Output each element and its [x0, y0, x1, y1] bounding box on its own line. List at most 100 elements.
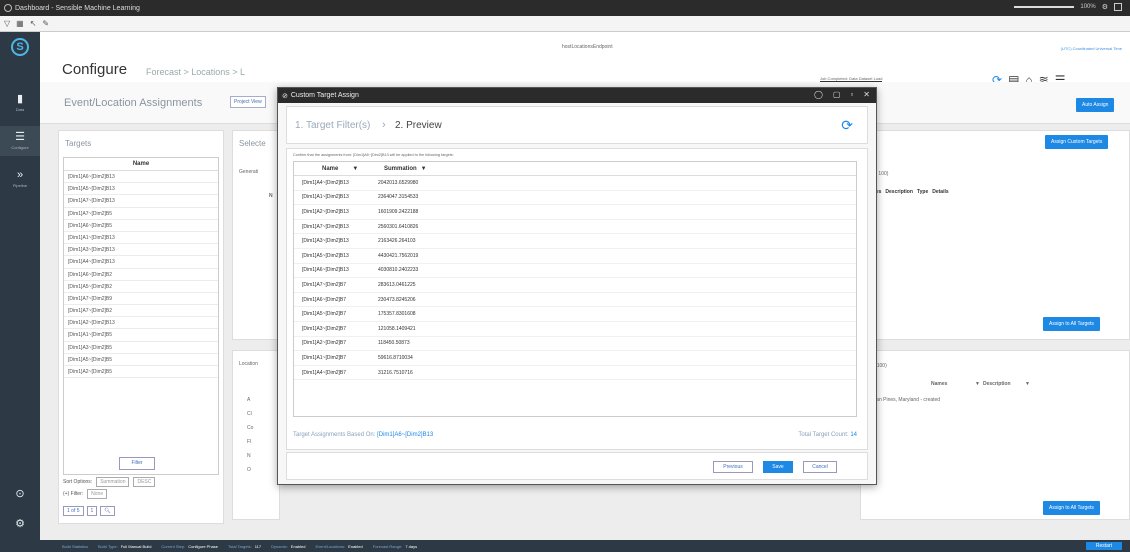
dialog-icon: ⊘: [282, 92, 288, 100]
list-item[interactable]: [Dim1]A7~[Dim2]B5: [64, 208, 218, 220]
filter-icon[interactable]: ▼: [1025, 381, 1030, 387]
nav-item-data[interactable]: ▮ Data: [0, 88, 40, 118]
filter-icon[interactable]: ▼: [975, 381, 980, 387]
cancel-button[interactable]: Cancel: [803, 461, 837, 473]
filter-icon[interactable]: ▽: [4, 19, 10, 28]
based-on-label: Target Assignments Based On: [Dim1]A6~[D…: [293, 432, 434, 438]
previous-button[interactable]: Previous: [713, 461, 753, 473]
list-item[interactable]: [Dim1]A1~[Dim2]B5: [64, 329, 218, 342]
settings-gear-icon[interactable]: ⚙: [1102, 3, 1108, 11]
filter-icon[interactable]: ▼: [352, 166, 358, 172]
zoom-slider[interactable]: [1014, 6, 1075, 8]
list-item[interactable]: [Dim1]A4~[Dim2]B13: [64, 256, 218, 269]
sliders-icon: ☰: [15, 131, 25, 143]
cursor-icon[interactable]: ↖: [30, 19, 37, 28]
col-summation[interactable]: Summation: [384, 166, 417, 172]
sort-select[interactable]: Summation: [96, 477, 130, 487]
list-item[interactable]: [Dim1]A7~[Dim2]B9: [64, 293, 218, 306]
restart-button[interactable]: Restart: [1085, 542, 1122, 550]
col-name[interactable]: Name: [322, 166, 338, 172]
table-row[interactable]: [Dim1]A3~[Dim2]B13 2163426.264103: [294, 234, 856, 249]
table-row[interactable]: [Dim1]A1~[Dim2]B13 2364047.3154533: [294, 191, 856, 206]
restore-icon[interactable]: ◯: [814, 90, 823, 99]
refresh-icon[interactable]: ⟳: [841, 117, 853, 134]
list-item[interactable]: [Dim1]A6~[Dim2]B13: [64, 171, 218, 184]
app-logo[interactable]: S: [11, 38, 29, 56]
list-item[interactable]: [Dim1]A6~[Dim2]B5: [64, 220, 218, 232]
location-row[interactable]: O: [247, 467, 251, 473]
status-value: Full Manual Build: [120, 543, 152, 549]
assign-custom-targets-button[interactable]: Assign Custom Targets: [1045, 135, 1109, 149]
names-row[interactable]: Ocean Pines, Maryland - created: [867, 397, 940, 403]
page-input[interactable]: 1: [86, 506, 98, 516]
pen-icon[interactable]: ✎: [42, 19, 49, 28]
list-item[interactable]: [Dim1]A7~[Dim2]B2: [64, 305, 218, 318]
timezone-label[interactable]: (UTC) Coordinated Universal Time: [1061, 46, 1122, 51]
list-item[interactable]: [Dim1]A3~[Dim2]B5: [64, 342, 218, 354]
cell-summation: 4430421.7562019: [378, 252, 419, 259]
location-row[interactable]: Cl: [247, 411, 252, 417]
maximize-icon[interactable]: ▫: [850, 90, 853, 99]
names-header[interactable]: Names: [931, 381, 947, 387]
filter-icon[interactable]: ▼: [421, 166, 427, 172]
table-row[interactable]: [Dim1]A7~[Dim2]B7 283613.0461225: [294, 278, 856, 293]
list-item[interactable]: [Dim1]A1~[Dim2]B13: [64, 232, 218, 245]
step-target-filters[interactable]: 1. Target Filter(s): [295, 120, 370, 131]
page-indicator[interactable]: 1 of 5: [63, 506, 84, 516]
table-row[interactable]: [Dim1]A5~[Dim2]B7 175357.8301608: [294, 307, 856, 322]
nav-item-configure[interactable]: ☰ Configure: [0, 126, 40, 156]
filter-select[interactable]: None: [87, 489, 108, 499]
window-layout-icon[interactable]: [1114, 3, 1122, 11]
list-item[interactable]: [Dim1]A2~[Dim2]B13: [64, 317, 218, 330]
search-icon[interactable]: 🔍︎: [100, 506, 115, 516]
table-row[interactable]: [Dim1]A3~[Dim2]B7 121058.1409421: [294, 322, 856, 337]
nav-item-pipeline[interactable]: » Pipeline: [0, 164, 40, 194]
table-row[interactable]: [Dim1]A1~[Dim2]B7 59616.8710034: [294, 351, 856, 366]
sort-direction-select[interactable]: DESC: [133, 477, 156, 487]
description-header[interactable]: Description: [983, 381, 1011, 387]
breadcrumb[interactable]: Forecast > Locations > L: [146, 67, 245, 77]
table-row[interactable]: [Dim1]A4~[Dim2]B13 2042013.6529980: [294, 176, 856, 191]
list-item[interactable]: [Dim1]A2~[Dim2]B5: [64, 366, 218, 379]
table-row[interactable]: [Dim1]A6~[Dim2]B13 4030810.2402233: [294, 264, 856, 279]
list-item[interactable]: [Dim1]A7~[Dim2]B13: [64, 195, 218, 208]
cell-name: [Dim1]A3~[Dim2]B13: [302, 238, 349, 245]
close-icon[interactable]: ✕: [863, 90, 870, 99]
targets-column-header[interactable]: Name: [64, 158, 218, 171]
location-row[interactable]: Co: [247, 425, 253, 431]
col-type[interactable]: Type: [917, 189, 928, 195]
cell-summation: 2364047.3154533: [378, 194, 419, 201]
list-item[interactable]: [Dim1]A5~[Dim2]B5: [64, 354, 218, 366]
col-description[interactable]: Description: [885, 189, 913, 195]
location-row[interactable]: A: [247, 397, 250, 403]
table-row[interactable]: [Dim1]A2~[Dim2]B7 118450.50873: [294, 337, 856, 352]
build-statistics-label[interactable]: Build Statistics: [62, 544, 88, 549]
list-item[interactable]: [Dim1]A6~[Dim2]B2: [64, 269, 218, 281]
cell-summation: 283613.0461225: [378, 281, 416, 288]
step-preview[interactable]: 2. Preview: [395, 120, 442, 131]
nav-label: Data: [15, 107, 25, 112]
table-row[interactable]: [Dim1]A5~[Dim2]B13 4430421.7562019: [294, 249, 856, 264]
assign-all-targets-button[interactable]: Assign to All Targets: [1043, 501, 1100, 515]
project-view-button[interactable]: Project View: [230, 96, 266, 108]
filter-button[interactable]: Filter: [119, 457, 155, 470]
location-row[interactable]: N: [247, 453, 251, 459]
auto-assign-button[interactable]: Auto Assign: [1076, 98, 1115, 112]
save-button[interactable]: Save: [763, 461, 793, 473]
assign-all-targets-button[interactable]: Assign to All Targets: [1043, 317, 1100, 331]
list-item[interactable]: [Dim1]A5~[Dim2]B13: [64, 183, 218, 196]
table-row[interactable]: [Dim1]A2~[Dim2]B13 1601909.2422188: [294, 205, 856, 220]
table-icon[interactable]: ▦: [16, 19, 24, 28]
table-row[interactable]: [Dim1]A4~[Dim2]B7 31216.7510716: [294, 366, 856, 381]
location-row[interactable]: Fl: [247, 439, 251, 445]
pin-icon[interactable]: ▢: [833, 90, 841, 99]
table-row[interactable]: [Dim1]A6~[Dim2]B7 230473.8245206: [294, 293, 856, 308]
col-details[interactable]: Details: [932, 189, 948, 195]
table-row[interactable]: [Dim1]A7~[Dim2]B13 2560301.6410826: [294, 220, 856, 235]
help-icon[interactable]: ⊙: [0, 479, 40, 509]
list-item[interactable]: [Dim1]A3~[Dim2]B13: [64, 244, 218, 257]
settings-icon[interactable]: ⚙: [0, 509, 40, 539]
status-key: Build Type:: [98, 543, 118, 549]
list-item[interactable]: [Dim1]A5~[Dim2]B2: [64, 281, 218, 293]
cell-name: [Dim1]A5~[Dim2]B13: [302, 252, 349, 259]
